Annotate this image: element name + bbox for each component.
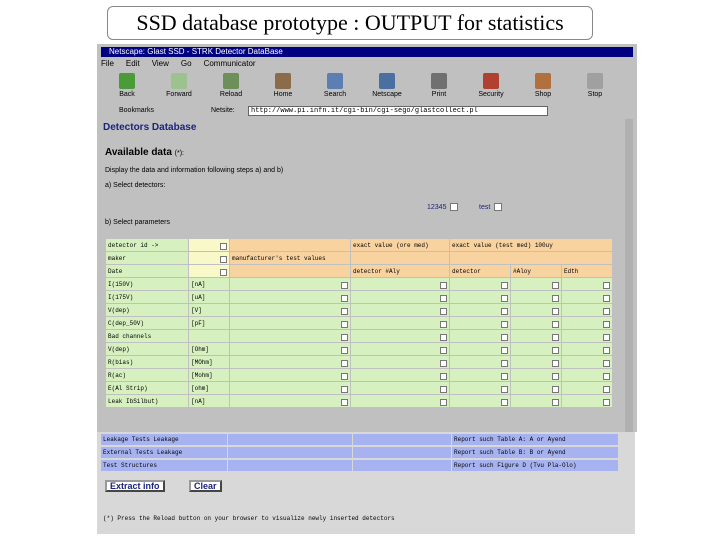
page-content: Detectors Database Available data (*): D…: [101, 119, 633, 432]
security-icon: [483, 73, 499, 89]
shop-button[interactable]: Shop: [517, 70, 569, 104]
sub-header: detector: [450, 265, 510, 277]
column-header: exact value (test med) 100uy: [450, 239, 612, 251]
detector-checkbox[interactable]: [494, 203, 503, 211]
column-header: exact value (ore med): [351, 239, 449, 251]
detector-checkbox[interactable]: [450, 203, 459, 211]
manufacturer-label: manufacturer's test values: [230, 252, 350, 264]
table-row: C(dep_50V) [pF]: [106, 317, 612, 329]
clear-button[interactable]: Clear: [189, 480, 222, 492]
menu-communicator[interactable]: Communicator: [204, 58, 256, 69]
stop-button[interactable]: Stop: [569, 70, 621, 104]
menu-view[interactable]: View: [152, 58, 169, 69]
menu-file[interactable]: File: [101, 58, 114, 69]
detector-id-header: detector id ->: [106, 239, 188, 251]
parameters-table: detector id -> exact value (ore med) exa…: [105, 238, 613, 408]
stop-icon: [587, 73, 603, 89]
netscape-button[interactable]: Netscape: [361, 70, 413, 104]
netscape-icon: [379, 73, 395, 89]
forward-icon: [171, 73, 187, 89]
footnote: (*) Press the Reload button on your brow…: [103, 515, 395, 522]
select-params-label: b) Select parameters: [105, 219, 170, 226]
row-label: maker: [106, 252, 188, 264]
forward-button[interactable]: Forward: [153, 70, 205, 104]
home-icon: [275, 73, 291, 89]
extract-info-button[interactable]: Extract info: [105, 480, 165, 492]
print-button[interactable]: Print: [413, 70, 465, 104]
print-icon: [431, 73, 447, 89]
browser-window: Netscape: Glast SSD - STRK Detector Data…: [97, 44, 637, 432]
menu-go[interactable]: Go: [181, 58, 192, 69]
back-button[interactable]: Back: [101, 70, 153, 104]
window-title: Netscape: Glast SSD - STRK Detector Data…: [101, 47, 633, 57]
home-button[interactable]: Home: [257, 70, 309, 104]
netsite-label: Netsite:: [211, 107, 235, 114]
bookmarks-button[interactable]: Bookmarks: [119, 105, 154, 117]
detector-option-12345[interactable]: 12345: [427, 203, 459, 211]
url-field[interactable]: http://www.pi.infn.it/cgi-bin/cgi-sego/g…: [248, 106, 548, 116]
table-row: I(175V) [uA]: [106, 291, 612, 303]
table-row: External Tests Leakage Report such Table…: [101, 447, 618, 458]
available-data-heading: Available data (*):: [105, 147, 185, 158]
table-cell[interactable]: [189, 239, 229, 251]
lower-page-section: Leakage Tests Leakage Report such Table …: [97, 432, 635, 534]
vertical-scrollbar[interactable]: [625, 119, 633, 432]
table-row: Leakage Tests Leakage Report such Table …: [101, 434, 618, 445]
table-cell[interactable]: [189, 252, 229, 264]
navigation-toolbar: Back Forward Reload Home Search Netscape…: [101, 70, 633, 104]
reload-button[interactable]: Reload: [205, 70, 257, 104]
table-row: E(Al Strip) [ohm]: [106, 382, 612, 394]
location-bar: Bookmarks Netsite: http://www.pi.infn.it…: [101, 105, 633, 117]
security-button[interactable]: Security: [465, 70, 517, 104]
table-cell[interactable]: [189, 265, 229, 277]
sub-header: Edth: [562, 265, 612, 277]
table-row: Test Structures Report such Figure D (Tv…: [101, 460, 618, 471]
back-icon: [119, 73, 135, 89]
shop-icon: [535, 73, 551, 89]
table-row: V(dep) [Ohm]: [106, 343, 612, 355]
table-row: Bad channels: [106, 330, 612, 342]
reload-icon: [223, 73, 239, 89]
table-row: R(bias) [MOhm]: [106, 356, 612, 368]
slide-title: SSD database prototype : OUTPUT for stat…: [107, 6, 593, 40]
table-row: Leak IbSilbut) [nA]: [106, 395, 612, 407]
display-note: Display the data and information followi…: [105, 167, 284, 174]
menu-bar: File Edit View Go Communicator: [101, 58, 256, 69]
search-button[interactable]: Search: [309, 70, 361, 104]
table-cell: [230, 239, 350, 251]
sub-header: #Aloy: [511, 265, 561, 277]
table-row: R(ac) [Mohm]: [106, 369, 612, 381]
table-cell: [450, 252, 612, 264]
select-detectors-label: a) Select detectors:: [105, 182, 166, 189]
page-heading: Detectors Database: [103, 122, 197, 133]
sub-header: detector #Aly: [351, 265, 449, 277]
menu-edit[interactable]: Edit: [126, 58, 140, 69]
detector-option-test[interactable]: test: [479, 203, 503, 211]
table-cell: [351, 252, 449, 264]
table-cell: [230, 265, 350, 277]
search-icon: [327, 73, 343, 89]
table-row: I(150V) [nA]: [106, 278, 612, 290]
table-row: V(dep) [V]: [106, 304, 612, 316]
row-label: Date: [106, 265, 188, 277]
